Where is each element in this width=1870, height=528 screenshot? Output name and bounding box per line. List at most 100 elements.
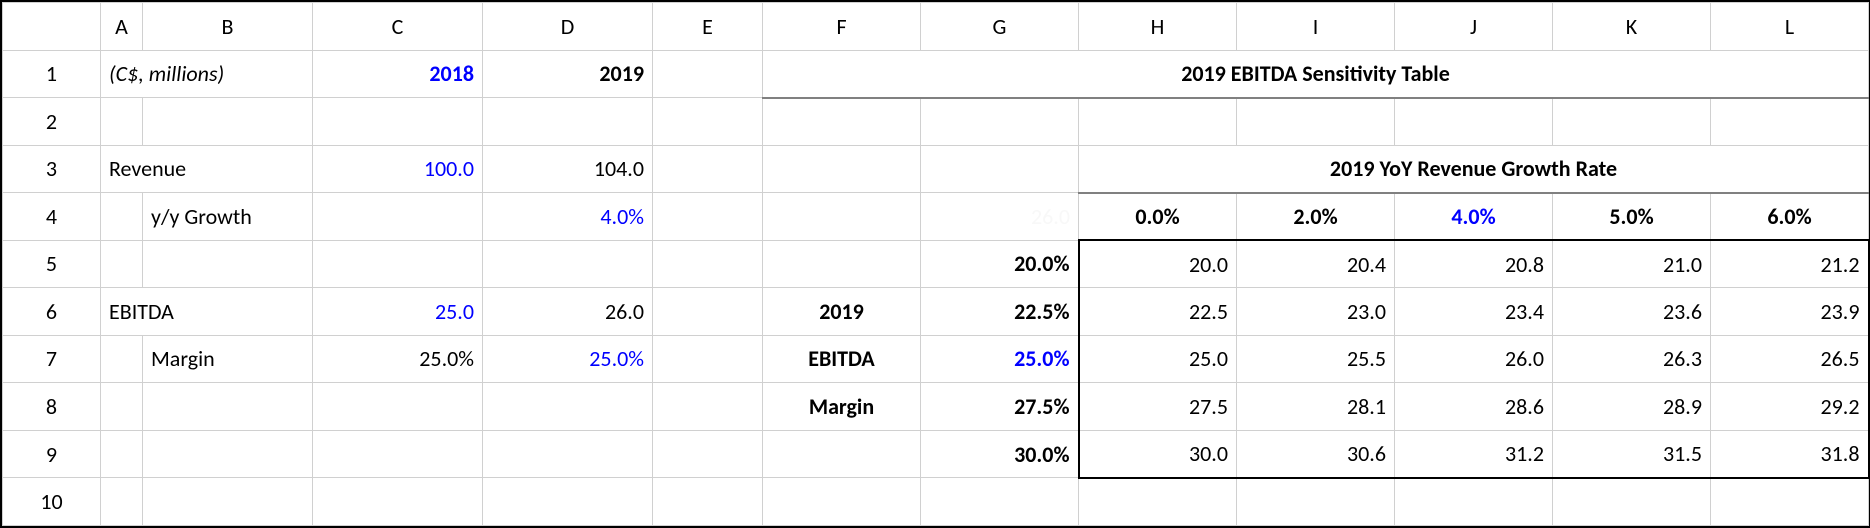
cell-a1[interactable]: (C$, millions) (101, 50, 313, 98)
cell-k7[interactable]: 26.3 (1553, 335, 1711, 383)
cell-a2[interactable] (101, 98, 143, 146)
cell-c6[interactable]: 25.0 (313, 288, 483, 336)
cell-k8[interactable]: 28.9 (1553, 383, 1711, 431)
cell-c8[interactable] (313, 383, 483, 431)
cell-d6[interactable]: 26.0 (483, 288, 653, 336)
row-header-9[interactable]: 9 (3, 430, 101, 478)
cell-c4[interactable] (313, 193, 483, 241)
cell-j5[interactable]: 20.8 (1395, 240, 1553, 288)
cell-i9[interactable]: 30.6 (1237, 430, 1395, 478)
cell-l6[interactable]: 23.9 (1711, 288, 1869, 336)
cell-d3[interactable]: 104.0 (483, 145, 653, 193)
cell-j7[interactable]: 26.0 (1395, 335, 1553, 383)
cell-c7[interactable]: 25.0% (313, 335, 483, 383)
col-header-i[interactable]: I (1237, 3, 1395, 51)
sensitivity-title[interactable]: 2019 EBITDA Sensitivity Table (763, 50, 1869, 98)
cell-e8[interactable] (653, 383, 763, 431)
row-header-6[interactable]: 6 (3, 288, 101, 336)
cell-d1[interactable]: 2019 (483, 50, 653, 98)
cell-j9[interactable]: 31.2 (1395, 430, 1553, 478)
cell-l9[interactable]: 31.8 (1711, 430, 1869, 478)
cell-a5[interactable] (101, 240, 143, 288)
growth-subtitle[interactable]: 2019 YoY Revenue Growth Rate (1079, 145, 1869, 193)
col-header-k[interactable]: K (1553, 3, 1711, 51)
cell-f3[interactable] (763, 145, 921, 193)
cell-e7[interactable] (653, 335, 763, 383)
cell-d9[interactable] (483, 430, 653, 478)
cell-a7[interactable] (101, 335, 143, 383)
cell-k9[interactable]: 31.5 (1553, 430, 1711, 478)
cell-a6[interactable]: EBITDA (101, 288, 313, 336)
cell-e9[interactable] (653, 430, 763, 478)
cell-e4[interactable] (653, 193, 763, 241)
cell-f10[interactable] (763, 478, 921, 526)
cell-g2[interactable] (921, 98, 1079, 146)
cell-b7[interactable]: Margin (143, 335, 313, 383)
cell-a10[interactable] (101, 478, 143, 526)
cell-d2[interactable] (483, 98, 653, 146)
cell-c5[interactable] (313, 240, 483, 288)
cell-a3[interactable]: Revenue (101, 145, 313, 193)
cell-h2[interactable] (1079, 98, 1237, 146)
cell-i2[interactable] (1237, 98, 1395, 146)
cell-g3[interactable] (921, 145, 1079, 193)
col-header-b[interactable]: B (143, 3, 313, 51)
cell-f6[interactable]: 2019 (763, 288, 921, 336)
row-header-7[interactable]: 7 (3, 335, 101, 383)
cell-f4[interactable] (763, 193, 921, 241)
cell-l4[interactable]: 6.0% (1711, 193, 1869, 241)
row-header-3[interactable]: 3 (3, 145, 101, 193)
cell-j2[interactable] (1395, 98, 1553, 146)
cell-d4[interactable]: 4.0% (483, 193, 653, 241)
cell-b9[interactable] (143, 430, 313, 478)
cell-l7[interactable]: 26.5 (1711, 335, 1869, 383)
cell-i5[interactable]: 20.4 (1237, 240, 1395, 288)
row-header-2[interactable]: 2 (3, 98, 101, 146)
cell-k4[interactable]: 5.0% (1553, 193, 1711, 241)
cell-h9[interactable]: 30.0 (1079, 430, 1237, 478)
col-header-f[interactable]: F (763, 3, 921, 51)
row-header-4[interactable]: 4 (3, 193, 101, 241)
cell-e2[interactable] (653, 98, 763, 146)
col-header-l[interactable]: L (1711, 3, 1869, 51)
cell-g10[interactable] (921, 478, 1079, 526)
cell-h7[interactable]: 25.0 (1079, 335, 1237, 383)
col-header-j[interactable]: J (1395, 3, 1553, 51)
cell-g9[interactable]: 30.0% (921, 430, 1079, 478)
col-header-a[interactable]: A (101, 3, 143, 51)
row-header-1[interactable]: 1 (3, 50, 101, 98)
cell-i10[interactable] (1237, 478, 1395, 526)
cell-a8[interactable] (101, 383, 143, 431)
cell-d7[interactable]: 25.0% (483, 335, 653, 383)
col-header-e[interactable]: E (653, 3, 763, 51)
cell-f8[interactable]: Margin (763, 383, 921, 431)
cell-j10[interactable] (1395, 478, 1553, 526)
cell-c10[interactable] (313, 478, 483, 526)
cell-e10[interactable] (653, 478, 763, 526)
cell-i4[interactable]: 2.0% (1237, 193, 1395, 241)
cell-b10[interactable] (143, 478, 313, 526)
cell-l10[interactable] (1711, 478, 1869, 526)
cell-h6[interactable]: 22.5 (1079, 288, 1237, 336)
cell-d8[interactable] (483, 383, 653, 431)
cell-i8[interactable]: 28.1 (1237, 383, 1395, 431)
cell-f7[interactable]: EBITDA (763, 335, 921, 383)
cell-e1[interactable] (653, 50, 763, 98)
cell-l2[interactable] (1711, 98, 1869, 146)
cell-k10[interactable] (1553, 478, 1711, 526)
cell-f2[interactable] (763, 98, 921, 146)
col-header-d[interactable]: D (483, 3, 653, 51)
cell-k2[interactable] (1553, 98, 1711, 146)
cell-g4[interactable]: 26.0 (921, 193, 1079, 241)
cell-c1[interactable]: 2018 (313, 50, 483, 98)
cell-g6[interactable]: 22.5% (921, 288, 1079, 336)
cell-b8[interactable] (143, 383, 313, 431)
cell-l5[interactable]: 21.2 (1711, 240, 1869, 288)
cell-j8[interactable]: 28.6 (1395, 383, 1553, 431)
col-header-h[interactable]: H (1079, 3, 1237, 51)
cell-b2[interactable] (143, 98, 313, 146)
cell-e6[interactable] (653, 288, 763, 336)
cell-e5[interactable] (653, 240, 763, 288)
cell-g5[interactable]: 20.0% (921, 240, 1079, 288)
row-header-8[interactable]: 8 (3, 383, 101, 431)
